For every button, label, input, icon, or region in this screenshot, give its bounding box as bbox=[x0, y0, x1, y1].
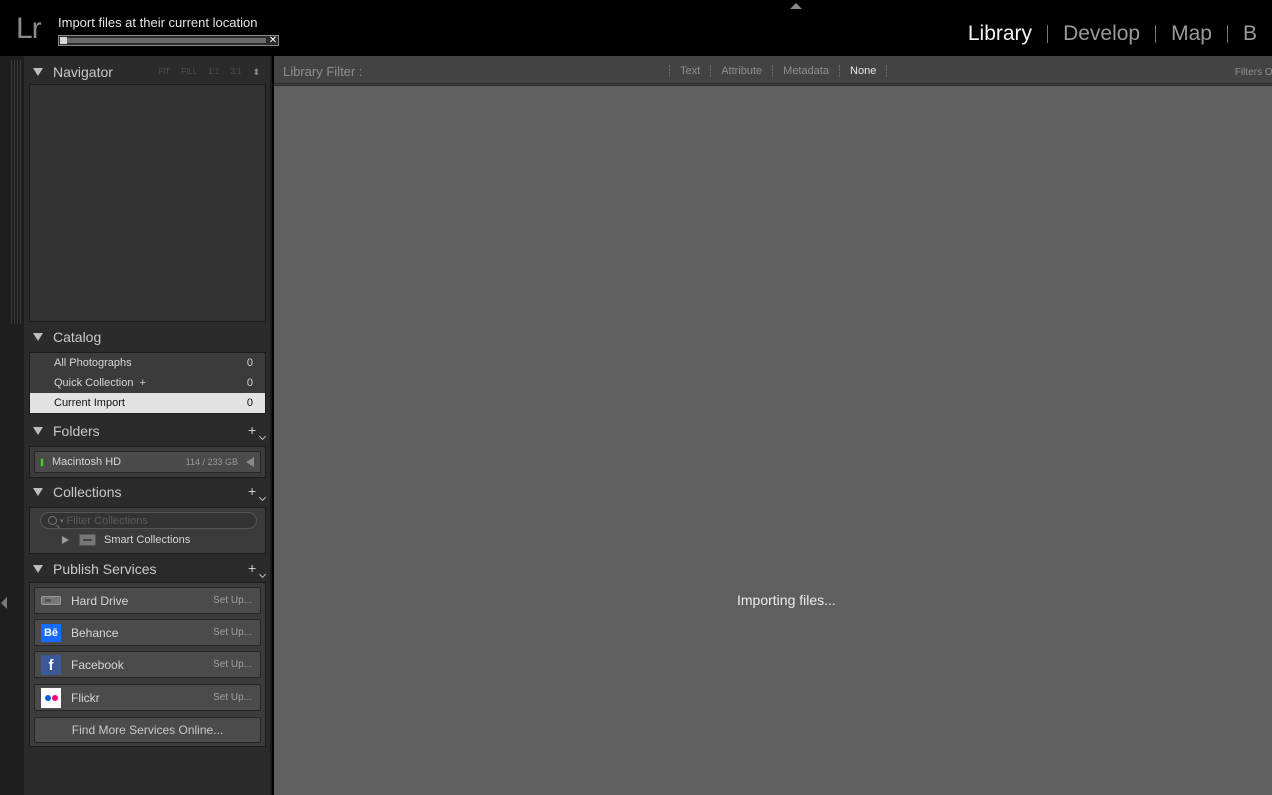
catalog-list: All Photographs 0 Quick Collection + 0 C… bbox=[29, 352, 266, 414]
catalog-item-count: 0 bbox=[246, 357, 253, 369]
filter-collections-field[interactable]: ▾ bbox=[40, 512, 257, 529]
folders-header[interactable]: Folders + bbox=[28, 417, 266, 445]
setup-button[interactable]: Set Up... bbox=[213, 595, 252, 606]
library-filter-label: Library Filter : bbox=[283, 64, 363, 79]
setup-button[interactable]: Set Up... bbox=[213, 627, 252, 638]
volume-disclosure-icon[interactable] bbox=[246, 457, 254, 467]
progress-fill bbox=[60, 37, 67, 44]
filter-collections-input[interactable] bbox=[66, 514, 247, 527]
identity-plate: Lr Import files at their current locatio… bbox=[0, 0, 1272, 56]
publish-service-name: Facebook bbox=[71, 657, 124, 672]
folders-title: Folders bbox=[53, 423, 100, 439]
catalog-item-count: 0 bbox=[246, 397, 253, 409]
left-panel: Navigator FIT FILL 1:1 3:1 ⬍ Catalog All… bbox=[24, 56, 272, 795]
volume-status-led bbox=[40, 457, 44, 467]
publish-services-list: Hard Drive Set Up... Bē Behance Set Up..… bbox=[29, 582, 266, 747]
module-book[interactable]: B bbox=[1228, 22, 1272, 46]
publish-services-header[interactable]: Publish Services + bbox=[28, 555, 266, 583]
filter-metadata[interactable]: Metadata bbox=[772, 65, 839, 77]
publish-service-name: Flickr bbox=[71, 690, 100, 705]
catalog-item-current-import[interactable]: Current Import 0 bbox=[30, 393, 265, 413]
expand-triangle-icon[interactable] bbox=[62, 536, 69, 544]
catalog-item-quick-collection[interactable]: Quick Collection + 0 bbox=[30, 373, 265, 393]
module-map[interactable]: Map bbox=[1156, 22, 1227, 46]
disclosure-triangle-icon[interactable] bbox=[33, 565, 43, 573]
setup-button[interactable]: Set Up... bbox=[213, 659, 252, 670]
publish-service-name: Behance bbox=[71, 625, 119, 640]
zoom-stepper-icon[interactable]: ⬍ bbox=[252, 67, 260, 78]
volume-macintosh-hd[interactable]: Macintosh HD 114 / 233 GB bbox=[34, 451, 261, 473]
zoom-3-1[interactable]: 3:1 bbox=[230, 67, 241, 78]
library-filter-options: Text Attribute Metadata None bbox=[669, 65, 888, 77]
search-icon bbox=[48, 516, 57, 525]
volume-size: 114 / 233 GB bbox=[185, 457, 238, 467]
navigator-header[interactable]: Navigator FIT FILL 1:1 3:1 ⬍ bbox=[28, 58, 266, 86]
publish-service-facebook[interactable]: f Facebook Set Up... bbox=[34, 651, 261, 678]
module-library[interactable]: Library bbox=[953, 22, 1047, 46]
publish-service-name: Hard Drive bbox=[71, 593, 129, 608]
behance-icon: Bē bbox=[41, 623, 61, 643]
catalog-item-all-photographs[interactable]: All Photographs 0 bbox=[30, 353, 265, 373]
panel-resize-grip[interactable] bbox=[11, 60, 21, 324]
navigator-zoom-options: FIT FILL 1:1 3:1 ⬍ bbox=[158, 67, 260, 78]
hard-drive-icon bbox=[41, 591, 61, 611]
progress-track bbox=[65, 38, 266, 43]
collections-list: ▾ Smart Collections bbox=[29, 507, 266, 554]
catalog-header[interactable]: Catalog bbox=[28, 323, 266, 351]
folders-list: Macintosh HD 114 / 233 GB bbox=[29, 446, 266, 478]
filter-text[interactable]: Text bbox=[669, 65, 710, 77]
setup-button[interactable]: Set Up... bbox=[213, 692, 252, 703]
disclosure-triangle-icon[interactable] bbox=[33, 333, 43, 341]
find-more-services-button[interactable]: Find More Services Online... bbox=[34, 717, 261, 743]
catalog-item-count: 0 bbox=[246, 377, 253, 389]
flickr-icon bbox=[41, 687, 61, 708]
collapse-left-panel-icon[interactable] bbox=[1, 597, 7, 609]
filter-presets-dropdown[interactable]: Filters Off bbox=[1235, 67, 1272, 78]
quick-collection-plus-icon: + bbox=[139, 377, 146, 389]
add-folder-icon[interactable]: + bbox=[248, 423, 262, 437]
cancel-import-icon[interactable]: ✕ bbox=[268, 35, 278, 46]
add-collection-icon[interactable]: + bbox=[248, 484, 262, 498]
grid-view[interactable]: Library Filter : Text Attribute Metadata… bbox=[274, 56, 1272, 795]
collapse-top-panel-icon[interactable] bbox=[790, 3, 802, 9]
publish-service-behance[interactable]: Bē Behance Set Up... bbox=[34, 619, 261, 646]
publish-service-hard-drive[interactable]: Hard Drive Set Up... bbox=[34, 587, 261, 614]
volume-name: Macintosh HD bbox=[52, 456, 122, 468]
module-picker: Library Develop Map B bbox=[953, 22, 1272, 46]
disclosure-triangle-icon[interactable] bbox=[33, 68, 43, 76]
collections-title: Collections bbox=[53, 484, 122, 500]
facebook-icon: f bbox=[41, 654, 61, 675]
zoom-1-1[interactable]: 1:1 bbox=[208, 67, 219, 78]
lightroom-logo: Lr bbox=[16, 12, 42, 45]
search-options-caret-icon[interactable]: ▾ bbox=[60, 517, 64, 525]
zoom-fit[interactable]: FIT bbox=[158, 67, 170, 78]
smart-collections-label: Smart Collections bbox=[104, 534, 191, 546]
catalog-item-label: All Photographs bbox=[54, 357, 132, 369]
library-filter-bar: Library Filter : Text Attribute Metadata… bbox=[274, 56, 1272, 86]
filter-attribute[interactable]: Attribute bbox=[710, 65, 772, 77]
importing-status: Importing files... bbox=[737, 592, 836, 608]
module-develop[interactable]: Develop bbox=[1048, 22, 1155, 46]
disclosure-triangle-icon[interactable] bbox=[33, 427, 43, 435]
import-progress-bar: ✕ bbox=[58, 35, 279, 46]
navigator-preview[interactable] bbox=[29, 84, 266, 322]
collections-header[interactable]: Collections + bbox=[28, 478, 266, 506]
disclosure-triangle-icon[interactable] bbox=[33, 488, 43, 496]
catalog-title: Catalog bbox=[53, 329, 102, 345]
publish-services-title: Publish Services bbox=[53, 561, 157, 577]
zoom-fill[interactable]: FILL bbox=[181, 67, 197, 78]
publish-service-flickr[interactable]: Flickr Set Up... bbox=[34, 684, 261, 711]
catalog-item-label: Quick Collection bbox=[54, 377, 134, 389]
smart-collections-set[interactable]: Smart Collections bbox=[62, 534, 190, 546]
navigator-title: Navigator bbox=[53, 64, 113, 80]
filter-none[interactable]: None bbox=[839, 65, 888, 77]
catalog-item-label: Current Import bbox=[54, 397, 125, 409]
add-publish-service-icon[interactable]: + bbox=[248, 561, 262, 575]
collection-set-icon bbox=[79, 534, 96, 546]
import-status-title: Import files at their current location bbox=[58, 15, 258, 30]
